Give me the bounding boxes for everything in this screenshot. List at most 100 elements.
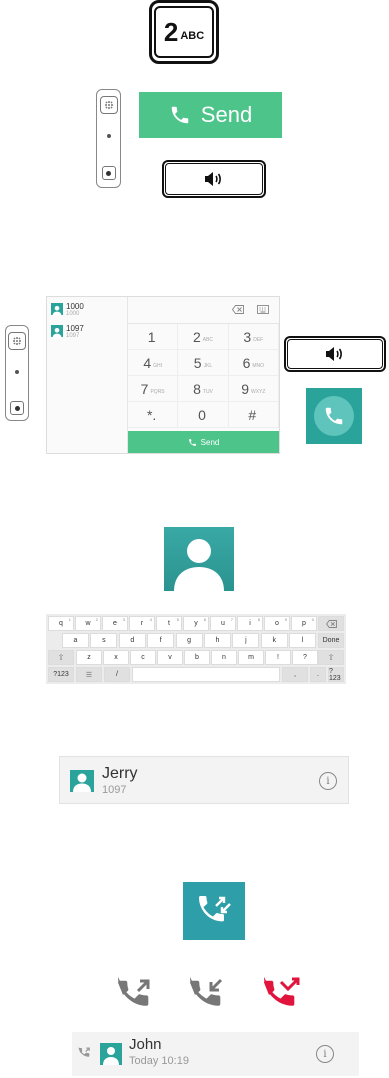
key[interactable]: !	[265, 650, 291, 665]
key[interactable]: ?	[292, 650, 318, 665]
key[interactable]: z	[76, 650, 102, 665]
dial-key[interactable]: 9 WXYZ	[228, 376, 279, 402]
history-contact-name: John	[129, 1036, 162, 1053]
dialer-contact-number: 1097	[66, 333, 80, 339]
history-call-time: Today 10:19	[129, 1055, 189, 1067]
key-label: k	[272, 637, 277, 644]
key[interactable]: g	[175, 633, 203, 648]
key[interactable]: p0	[291, 616, 317, 631]
symbols-key[interactable]: ?123	[328, 667, 344, 682]
dial-key-digit: 9	[241, 380, 249, 397]
handset-icon	[96, 89, 121, 188]
key[interactable]: k	[260, 633, 288, 648]
dial-key-letters: TUV	[202, 388, 213, 395]
send-button-label: Send	[200, 102, 253, 127]
dial-key[interactable]: *.	[128, 402, 179, 428]
key-label: j	[245, 637, 247, 644]
key[interactable]: y6	[183, 616, 209, 631]
dialer-contact-number: 1000	[66, 311, 80, 317]
dial-key-digit: 3	[243, 328, 252, 345]
dialer-send-label: Send	[200, 437, 220, 447]
info-glyph: i	[326, 775, 330, 787]
backspace-key[interactable]	[318, 616, 344, 631]
dial-key[interactable]: 3 DEF	[228, 324, 279, 350]
dial-key[interactable]: 0	[178, 402, 229, 428]
dial-key[interactable]: 5 JKL	[178, 350, 229, 376]
dial-key-digit: 6	[242, 354, 251, 371]
space-key[interactable]	[132, 667, 280, 682]
key[interactable]: f	[147, 633, 175, 648]
key[interactable]: q1	[48, 616, 74, 631]
key[interactable]: j	[232, 633, 260, 648]
key-label: d	[130, 637, 135, 644]
handset-button-2	[10, 401, 24, 415]
key[interactable]: x	[103, 650, 129, 665]
dial-key[interactable]: 2 ABC	[178, 324, 229, 350]
key-label: p	[302, 620, 306, 627]
key-label: r	[140, 620, 144, 627]
keyboard-row: a s d f g h j k l Done	[46, 633, 346, 650]
key[interactable]: c	[130, 650, 156, 665]
emoji-key[interactable]: ☰	[76, 667, 102, 682]
key[interactable]: w2	[75, 616, 101, 631]
key[interactable]: l	[289, 633, 317, 648]
handset-speaker-grill	[99, 96, 118, 114]
info-icon[interactable]: i	[316, 1045, 334, 1063]
dial-key-digit: 8	[193, 380, 201, 397]
keyboard-row: q1w2e3r4t5y6u7i8o9p0	[46, 616, 346, 633]
keyboard-row: ?123 ☰ /,. ?123	[46, 667, 346, 684]
key[interactable]: n	[211, 650, 237, 665]
contact-list-item[interactable]: Jerry 1097 i	[59, 756, 349, 804]
key-label: y	[194, 620, 198, 627]
key[interactable]: s	[90, 633, 118, 648]
key[interactable]: b	[184, 650, 210, 665]
period-key[interactable]: .	[310, 667, 326, 682]
comma-key[interactable]: ,	[282, 667, 308, 682]
keyboard-icon[interactable]	[257, 305, 269, 314]
contact-avatar-icon	[51, 303, 63, 316]
key[interactable]: e3	[102, 616, 128, 631]
backspace-icon	[325, 619, 337, 628]
dial-key[interactable]: 1	[128, 324, 179, 350]
dial-key[interactable]: 7 PQRS	[128, 376, 179, 402]
key[interactable]: d	[118, 633, 146, 648]
key[interactable]: r4	[129, 616, 155, 631]
info-icon[interactable]: i	[319, 772, 337, 790]
key-number-hint: 7	[230, 617, 233, 622]
dial-input[interactable]	[128, 297, 279, 324]
key[interactable]: v	[157, 650, 183, 665]
dial-key[interactable]: 4 GHI	[128, 350, 179, 376]
speaker-key-2	[284, 336, 386, 372]
dial-key[interactable]: #	[228, 402, 279, 428]
symbols-key[interactable]: ?123	[48, 667, 74, 682]
shift-key[interactable]: ⇧	[318, 650, 344, 665]
dialer-send-button[interactable]: Send	[128, 431, 279, 453]
speaker-key-inner-2	[287, 339, 383, 369]
key-label: ?123	[53, 671, 69, 678]
dialer-contact-item[interactable]: 1000 1000	[51, 302, 84, 318]
key[interactable]: i8	[237, 616, 263, 631]
done-key[interactable]: Done	[318, 633, 344, 648]
key[interactable]: m	[238, 650, 264, 665]
call-history-item[interactable]: John Today 10:19 i	[72, 1032, 359, 1076]
key[interactable]: t5	[156, 616, 182, 631]
key-label: e	[113, 620, 117, 627]
dial-key-digit: 4	[143, 354, 152, 371]
slash-key[interactable]: /	[104, 667, 130, 682]
key[interactable]: o9	[264, 616, 290, 631]
contact-avatar-icon	[51, 325, 63, 338]
dial-key[interactable]: 8 TUV	[178, 376, 229, 402]
shift-key[interactable]: ⇧	[48, 650, 74, 665]
key[interactable]: u7	[210, 616, 236, 631]
key[interactable]: h	[204, 633, 231, 648]
key-number-hint: 9	[284, 617, 287, 622]
backspace-icon[interactable]	[232, 305, 244, 314]
key-label: /	[116, 671, 118, 678]
shift-icon: ⇧	[327, 653, 335, 662]
key[interactable]: a	[62, 633, 89, 648]
dial-key[interactable]: 6 MNO	[228, 350, 279, 376]
dialer-contact-item[interactable]: 1097 1097	[51, 324, 84, 340]
key-label: c	[141, 654, 145, 661]
send-button[interactable]: Send	[139, 92, 282, 138]
dial-key-letters: GHI	[153, 362, 162, 369]
